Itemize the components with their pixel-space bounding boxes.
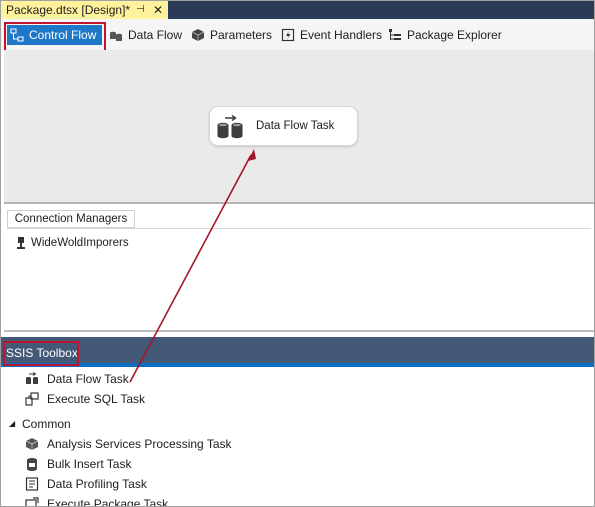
toolbox-header (1, 337, 594, 367)
package-explorer-icon (389, 29, 401, 40)
divider (7, 228, 591, 229)
connection-plug-icon (17, 237, 25, 249)
close-icon[interactable]: ✕ (153, 1, 163, 19)
tab-package-explorer[interactable]: Package Explorer (385, 25, 502, 45)
connection-managers-tab[interactable]: Connection Managers (7, 210, 135, 228)
toolbox-item-data-flow-task[interactable]: Data Flow Task (25, 370, 129, 388)
toolbox-item-bulk-insert-task[interactable]: Bulk Insert Task (25, 455, 131, 473)
task-label: Data Flow Task (256, 120, 335, 132)
collapse-arrow-icon[interactable]: ◢ (9, 415, 15, 433)
toolbox-item-analysis-services-processing-task[interactable]: Analysis Services Processing Task (25, 435, 232, 453)
data-flow-task-shape[interactable]: Data Flow Task (209, 106, 358, 146)
parameters-icon (191, 29, 205, 41)
document-tab[interactable]: Package.dtsx [Design]* ⊣ ✕ (1, 1, 168, 19)
connection-manager-label: WideWoldImporers (31, 237, 129, 249)
connection-manager-item[interactable]: WideWoldImporers (16, 236, 129, 250)
document-tab-strip: Package.dtsx [Design]* ⊣ ✕ (1, 1, 594, 19)
toolbox-item-label: Execute Package Task (47, 497, 169, 506)
toolbox-list[interactable]: Data Flow Task Execute SQL Task ◢ Common… (1, 367, 594, 506)
tab-label: Event Handlers (300, 28, 383, 42)
tab-label: Package Explorer (407, 28, 502, 42)
toolbox-group-label: Common (22, 417, 71, 431)
tab-label: Parameters (210, 28, 273, 42)
tab-label: Data Flow (128, 28, 183, 42)
toolbox-item-data-profiling-task[interactable]: Data Profiling Task (25, 475, 147, 493)
toolbox-group-common[interactable]: ◢ Common (9, 415, 71, 433)
toolbox-item-label: Data Flow Task (47, 372, 129, 386)
data-flow-task-icon (217, 115, 243, 139)
connection-managers-panel[interactable]: Connection Managers WideWoldImporers (4, 206, 594, 332)
document-tab-title: Package.dtsx [Design]* (6, 3, 131, 17)
toolbox-item-execute-sql-task[interactable]: Execute SQL Task (25, 390, 145, 408)
data-profiling-icon (25, 477, 39, 491)
tab-parameters[interactable]: Parameters (188, 25, 272, 45)
data-flow-task-icon (26, 372, 38, 384)
cube-icon (25, 438, 39, 450)
toolbox-item-label: Execute SQL Task (47, 392, 146, 406)
execute-package-icon (25, 497, 39, 506)
tab-data-flow[interactable]: Data Flow (106, 25, 182, 45)
bulk-insert-icon (27, 458, 37, 471)
pin-icon[interactable]: ⊣ (136, 1, 145, 19)
toolbox-item-label: Bulk Insert Task (47, 457, 132, 471)
event-handlers-icon (281, 28, 295, 42)
toolbox-item-execute-package-task[interactable]: Execute Package Task (25, 495, 168, 506)
tab-event-handlers[interactable]: Event Handlers (278, 25, 382, 45)
execute-sql-icon (25, 392, 39, 406)
highlight-box-toolbox (3, 341, 79, 366)
data-flow-icon (110, 31, 122, 41)
toolbox-item-label: Data Profiling Task (47, 477, 147, 491)
toolbox-item-label: Analysis Services Processing Task (47, 437, 232, 451)
highlight-box-control-flow (4, 22, 106, 53)
